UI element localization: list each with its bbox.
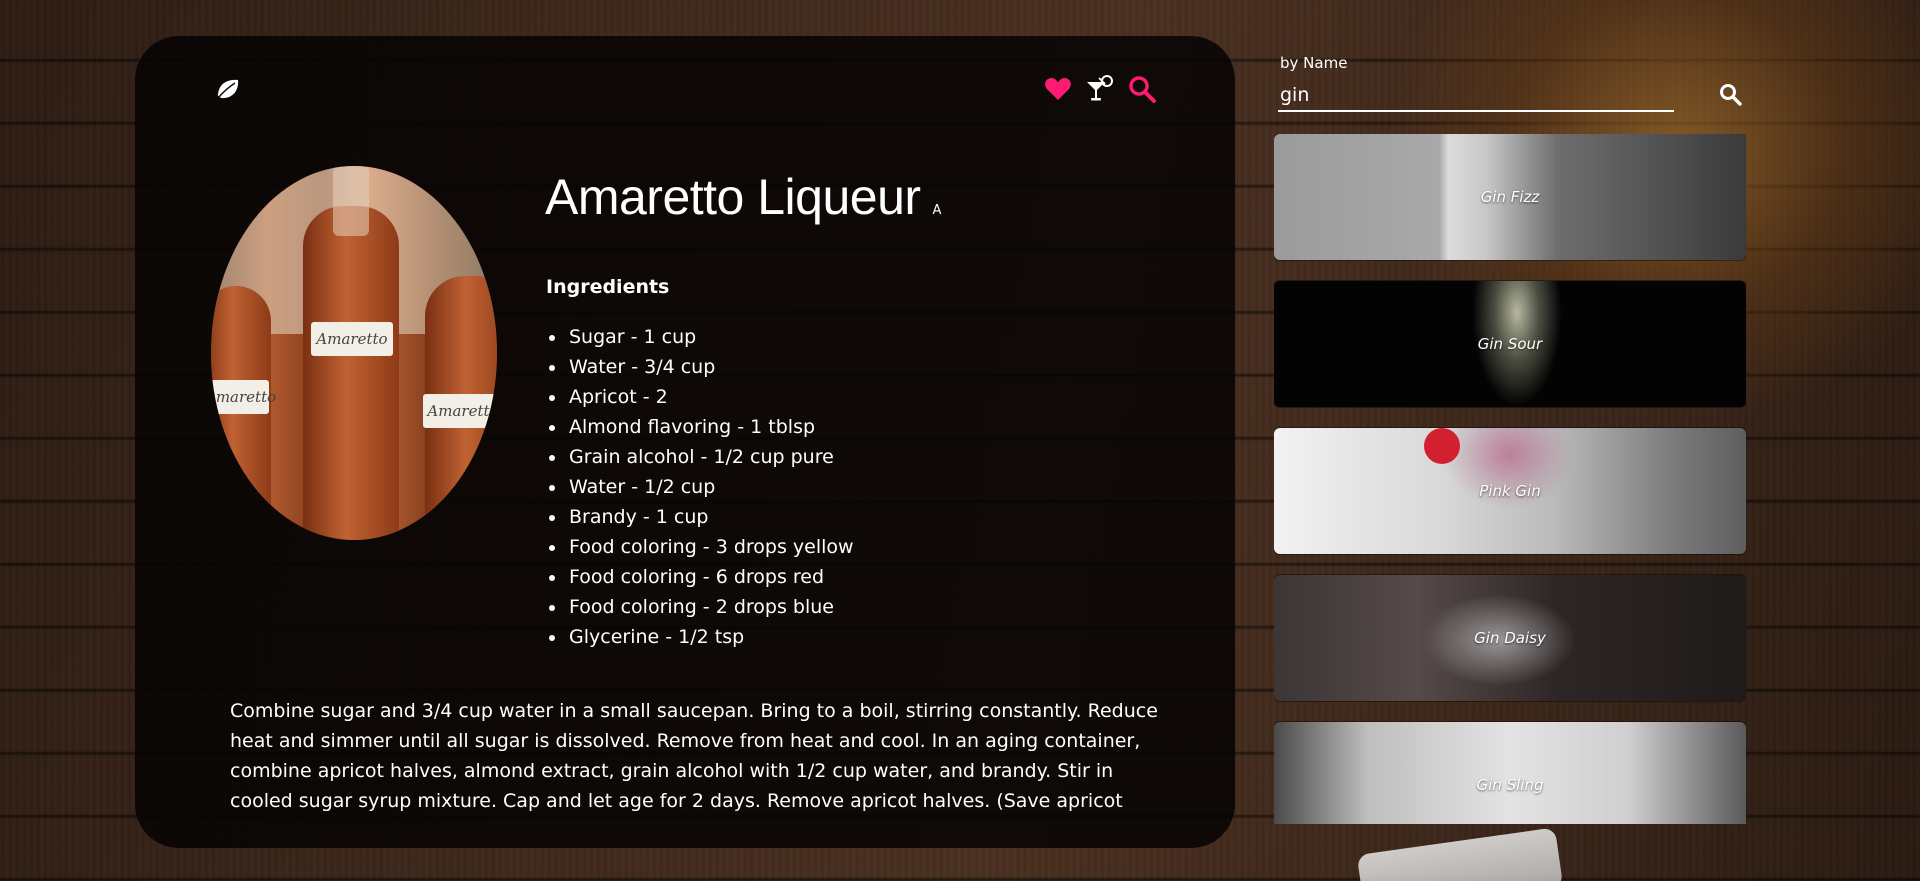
result-name: Pink Gin [1479,482,1541,500]
ingredient-item: Food coloring - 2 drops blue [567,592,854,622]
bottle-label: Amaretto [211,380,276,414]
result-name: Gin Sling [1476,776,1544,794]
search-label: by Name [1280,54,1348,72]
search-input[interactable] [1278,80,1674,112]
title-row: Amaretto Liqueur A [545,168,941,226]
alcoholic-badge: A [932,203,942,218]
result-card[interactable]: Gin Sling [1274,722,1746,824]
bottle-label: Amaretto [423,394,497,428]
ingredient-item: Glycerine - 1/2 tsp [567,622,854,652]
result-card[interactable]: Gin Sour [1274,281,1746,407]
search-icon[interactable] [1127,74,1157,104]
ingredients-heading: Ingredients [546,276,670,298]
instructions-text[interactable]: Combine sugar and 3/4 cup water in a sma… [230,696,1160,814]
ingredient-item: Brandy - 1 cup [567,502,854,532]
result-name: Gin Daisy [1474,629,1546,647]
result-card[interactable]: Pink Gin [1274,428,1746,554]
background-bottle-decoration [1356,827,1564,881]
search-row [1278,80,1748,114]
ingredient-item: Food coloring - 3 drops yellow [567,532,854,562]
ingredient-item: Food coloring - 6 drops red [567,562,854,592]
ingredient-item: Almond flavoring - 1 tblsp [567,412,854,442]
drink-title: Amaretto Liqueur [545,169,921,225]
top-nav [1043,74,1157,104]
search-icon[interactable] [1718,82,1744,108]
ingredient-item: Sugar - 1 cup [567,322,854,352]
leaf-logo-icon[interactable] [215,76,241,102]
result-card[interactable]: Gin Daisy [1274,575,1746,701]
result-card[interactable]: Gin Fizz [1274,134,1746,260]
ingredient-item: Apricot - 2 [567,382,854,412]
drink-detail-panel: Amaretto Amaretto Amaretto Amaretto Liqu… [135,36,1235,848]
bottle-label: Amaretto [311,322,393,356]
search-area: by Name [1278,54,1748,114]
ingredient-item: Water - 3/4 cup [567,352,854,382]
ingredient-item: Grain alcohol - 1/2 cup pure [567,442,854,472]
heart-icon[interactable] [1043,74,1073,104]
result-name: Gin Fizz [1480,188,1540,206]
drink-photo: Amaretto Amaretto Amaretto [211,166,497,540]
ingredients-list: Sugar - 1 cup Water - 3/4 cup Apricot - … [547,322,854,652]
ingredient-item: Water - 1/2 cup [567,472,854,502]
search-results-list: Gin Fizz Gin Sour Pink Gin Gin Daisy Gin… [1274,134,1746,824]
cocktail-glass-icon[interactable] [1085,74,1115,104]
result-name: Gin Sour [1477,335,1543,353]
